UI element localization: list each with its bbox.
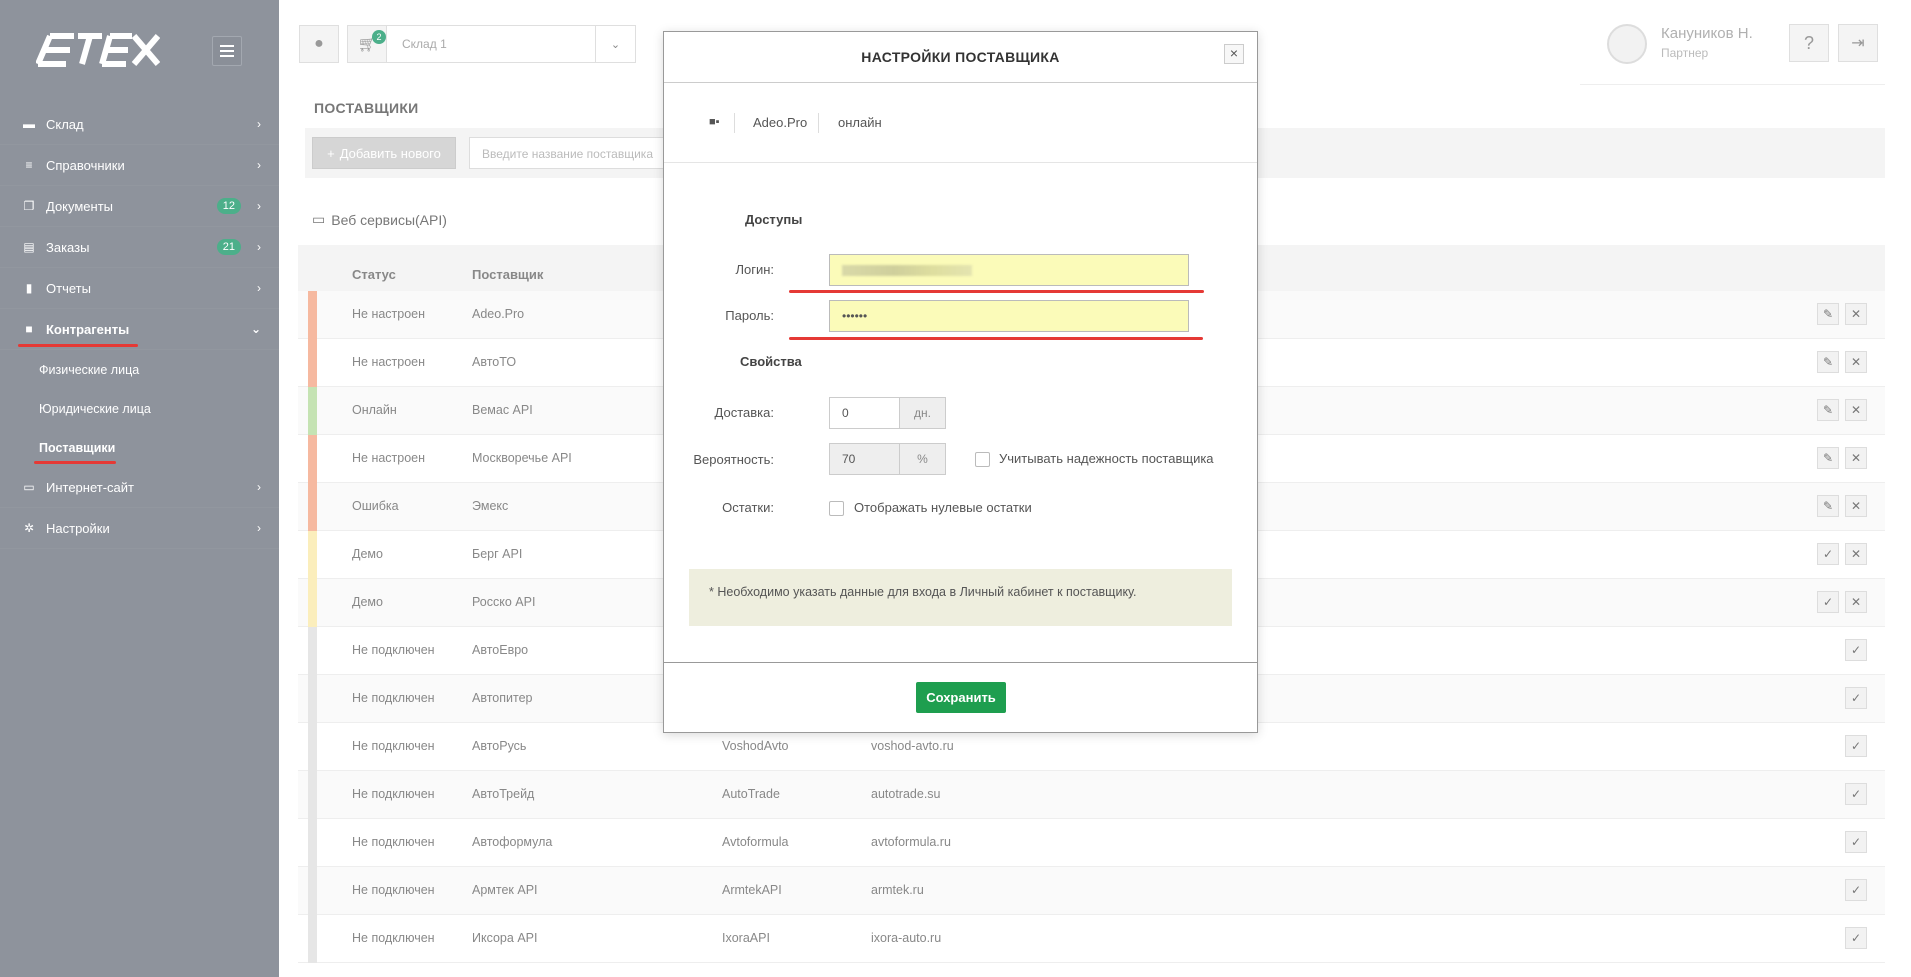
sidebar-item-label: Интернет-сайт (46, 479, 134, 495)
documents-count-badge: 12 (216, 198, 241, 214)
orders-count-badge: 21 (216, 239, 241, 255)
supplier-settings-modal: НАСТРОЙКИ ПОСТАВЩИКА × ■▪ Adeo.Pro онлай… (663, 31, 1258, 733)
sidebar-item-spravochniki[interactable]: ≡ Справочники › (0, 145, 279, 186)
red-underline-annotation (789, 290, 1204, 293)
highlight-underline (34, 461, 116, 464)
sidebar-item-counterparties[interactable]: ■ Контрагенты ⌄ (0, 309, 279, 350)
probability-input[interactable]: 70 (829, 443, 900, 475)
truck-icon: ■▪ (709, 116, 720, 128)
sidebar-item-label: Документы (46, 198, 114, 214)
info-note: * Необходимо указать данные для входа в … (689, 569, 1232, 626)
highlight-underline (18, 344, 138, 347)
delivery-label: Доставка: (714, 405, 774, 420)
access-heading: Доступы (745, 212, 803, 227)
monitor-icon: ▭ (23, 480, 35, 494)
chevron-right-icon: › (257, 199, 261, 213)
probability-label: Вероятность: (693, 452, 774, 467)
sidebar-subitem-label: Физические лица (39, 362, 140, 377)
zero-stock-checkbox-label[interactable]: Отображать нулевые остатки (854, 500, 1032, 515)
chevron-down-icon: ⌄ (250, 322, 261, 336)
sidebar-item-settings[interactable]: ✲ Настройки › (0, 508, 279, 549)
sidebar-item-label: Справочники (46, 157, 125, 173)
sidebar-item-reports[interactable]: ▮ Отчеты › (0, 268, 279, 309)
red-underline-annotation (789, 337, 1203, 340)
briefcase-icon: ■ (25, 322, 33, 336)
password-label: Пароль: (725, 308, 774, 323)
sidebar: ▬ Склад › ≡ Справочники › ❐ Документы 12… (0, 0, 279, 977)
reliability-checkbox-label[interactable]: Учитывать надежность поставщика (999, 451, 1214, 466)
chevron-right-icon: › (257, 240, 261, 254)
login-field[interactable] (829, 254, 1189, 286)
properties-heading: Свойства (740, 354, 802, 369)
documents-icon: ❐ (23, 199, 35, 213)
sidebar-item-label: Настройки (46, 520, 110, 536)
supplier-status: онлайн (838, 115, 882, 130)
sidebar-subitem-suppliers[interactable]: Поставщики (0, 428, 279, 467)
divider (734, 113, 735, 133)
supplier-name: Adeo.Pro (753, 115, 808, 130)
stock-label: Остатки: (722, 500, 774, 515)
sidebar-item-orders[interactable]: ▤ Заказы 21 › (0, 227, 279, 268)
chevron-right-icon: › (257, 521, 261, 535)
sidebar-subitem-label: Юридические лица (39, 401, 151, 416)
chevron-right-icon: › (257, 158, 261, 172)
sidebar-nav: ▬ Склад › ≡ Справочники › ❐ Документы 12… (0, 104, 279, 549)
zero-stock-checkbox[interactable] (829, 501, 844, 516)
orders-icon: ▤ (23, 240, 35, 254)
login-label: Логин: (735, 262, 774, 277)
sidebar-item-website[interactable]: ▭ Интернет-сайт › (0, 467, 279, 508)
redacted-login (842, 265, 972, 276)
logo[interactable] (36, 30, 160, 70)
chevron-right-icon: › (257, 281, 261, 295)
modal-title: НАСТРОЙКИ ПОСТАВЩИКА (861, 49, 1060, 65)
sidebar-subitem-legal-entities[interactable]: Юридические лица (0, 389, 279, 428)
divider (818, 113, 819, 133)
reliability-checkbox[interactable] (975, 452, 990, 467)
bar-chart-icon: ▮ (25, 281, 33, 295)
delivery-input[interactable]: 0 (829, 397, 900, 429)
database-icon: ≡ (25, 158, 33, 172)
probability-unit: % (900, 443, 946, 475)
supplier-info: ■▪ Adeo.Pro онлайн (664, 83, 1257, 163)
warehouse-icon: ▬ (23, 117, 35, 131)
modal-footer: Сохранить (664, 662, 1257, 734)
close-icon[interactable]: × (1224, 44, 1244, 64)
sidebar-item-label: Отчеты (46, 280, 91, 296)
sidebar-subitem-individuals[interactable]: Физические лица (0, 350, 279, 389)
sidebar-item-label: Склад (46, 116, 84, 132)
save-button[interactable]: Сохранить (916, 682, 1006, 713)
password-field[interactable]: •••••• (829, 300, 1189, 332)
delivery-unit: дн. (900, 397, 946, 429)
chevron-right-icon: › (257, 480, 261, 494)
menu-toggle-button[interactable] (212, 36, 242, 66)
sidebar-item-label: Контрагенты (46, 321, 130, 337)
chevron-right-icon: › (257, 117, 261, 131)
sidebar-item-documents[interactable]: ❐ Документы 12 › (0, 186, 279, 227)
sidebar-item-label: Заказы (46, 239, 90, 255)
sidebar-item-sklad[interactable]: ▬ Склад › (0, 104, 279, 145)
sidebar-subitem-label: Поставщики (39, 440, 116, 455)
gear-icon: ✲ (23, 521, 35, 535)
modal-header: НАСТРОЙКИ ПОСТАВЩИКА × (664, 32, 1257, 83)
